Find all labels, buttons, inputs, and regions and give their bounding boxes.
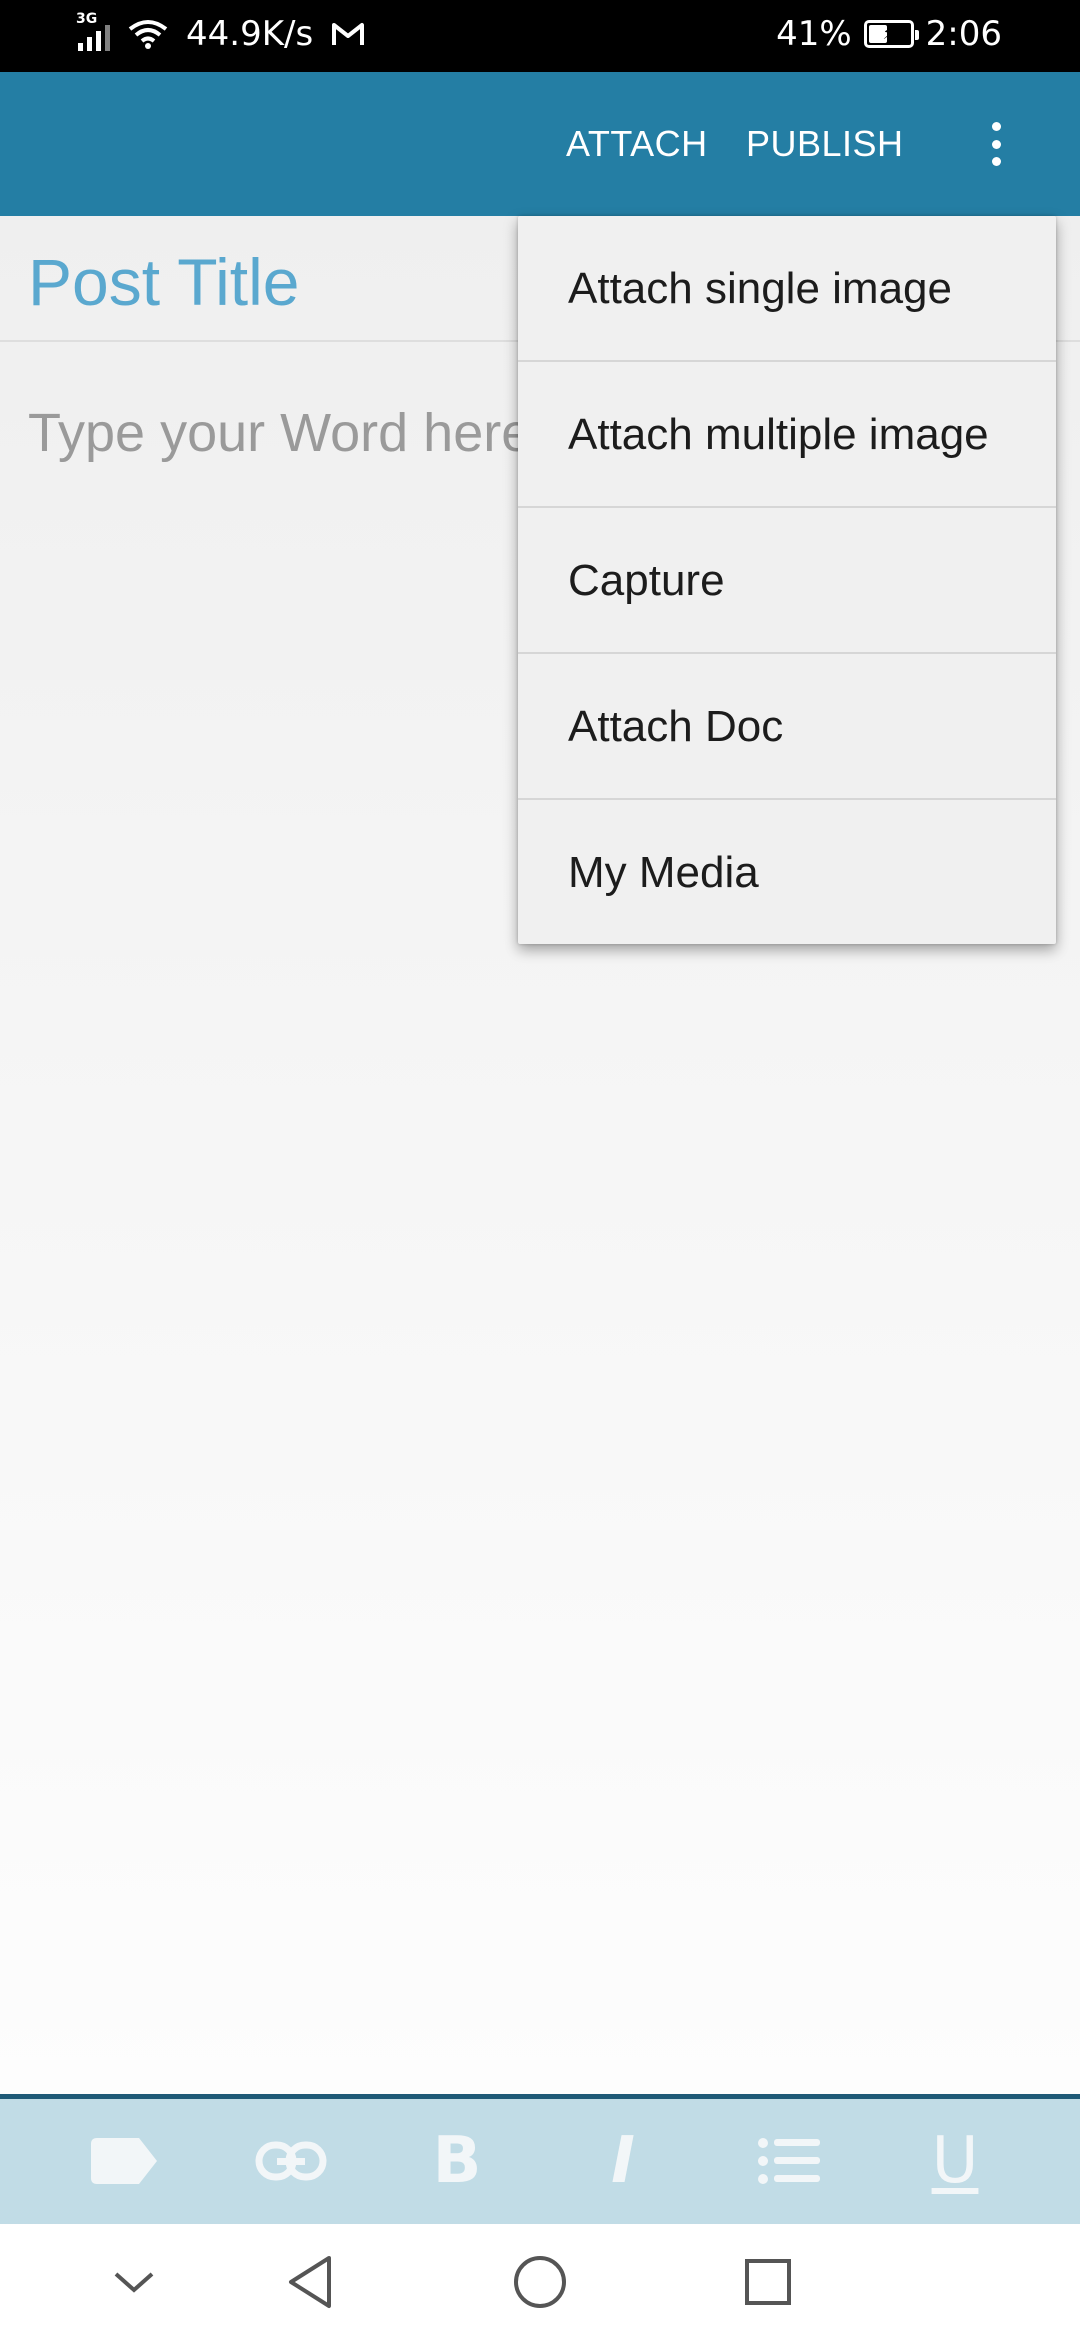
status-bar: 3G 44.9K/s 41% ⚡ 2:06 [0, 0, 1080, 72]
more-vert-icon[interactable] [976, 116, 1016, 172]
recents-icon[interactable] [738, 2252, 798, 2312]
attach-button[interactable]: ATTACH [566, 72, 708, 216]
signal-icon: 3G [76, 11, 110, 51]
publish-button[interactable]: PUBLISH [746, 72, 904, 216]
nav-bar [0, 2224, 1080, 2340]
app-bar: ATTACH PUBLISH [0, 72, 1080, 216]
home-icon[interactable] [510, 2252, 570, 2312]
underline-label: U [931, 2124, 979, 2198]
gmail-icon [332, 23, 365, 45]
chevron-down-icon[interactable] [104, 2252, 164, 2312]
italic-icon[interactable]: I [578, 2121, 668, 2201]
status-left: 3G 44.9K/s [76, 11, 365, 54]
menu-item-capture[interactable]: Capture [518, 508, 1056, 654]
battery-percent: 41% [776, 14, 852, 54]
network-type: 3G [76, 11, 98, 27]
menu-item-attach-doc[interactable]: Attach Doc [518, 654, 1056, 800]
menu-item-attach-single-image[interactable]: Attach single image [518, 216, 1056, 362]
menu-item-attach-multiple-image[interactable]: Attach multiple image [518, 362, 1056, 508]
bold-label: B [432, 2124, 482, 2198]
bold-icon[interactable]: B [412, 2121, 502, 2201]
underline-icon[interactable]: U [910, 2121, 1000, 2201]
attach-menu: Attach single image Attach multiple imag… [518, 216, 1056, 944]
post-title-input[interactable]: Post Title [28, 244, 299, 320]
post-body-input[interactable]: Type your Word here [28, 402, 531, 464]
network-speed: 44.9K/s [186, 14, 314, 54]
link-icon[interactable] [246, 2121, 336, 2201]
battery-charging-icon: ⚡ [863, 20, 919, 48]
tag-icon[interactable] [80, 2121, 170, 2201]
status-right: 41% ⚡ 2:06 [776, 14, 1002, 54]
bulleted-list-icon[interactable] [744, 2121, 834, 2201]
italic-label: I [611, 2124, 635, 2198]
back-icon[interactable] [280, 2252, 340, 2312]
wifi-icon [128, 20, 168, 49]
menu-item-my-media[interactable]: My Media [518, 800, 1056, 946]
format-toolbar: B I U [0, 2094, 1080, 2224]
clock: 2:06 [925, 14, 1002, 54]
